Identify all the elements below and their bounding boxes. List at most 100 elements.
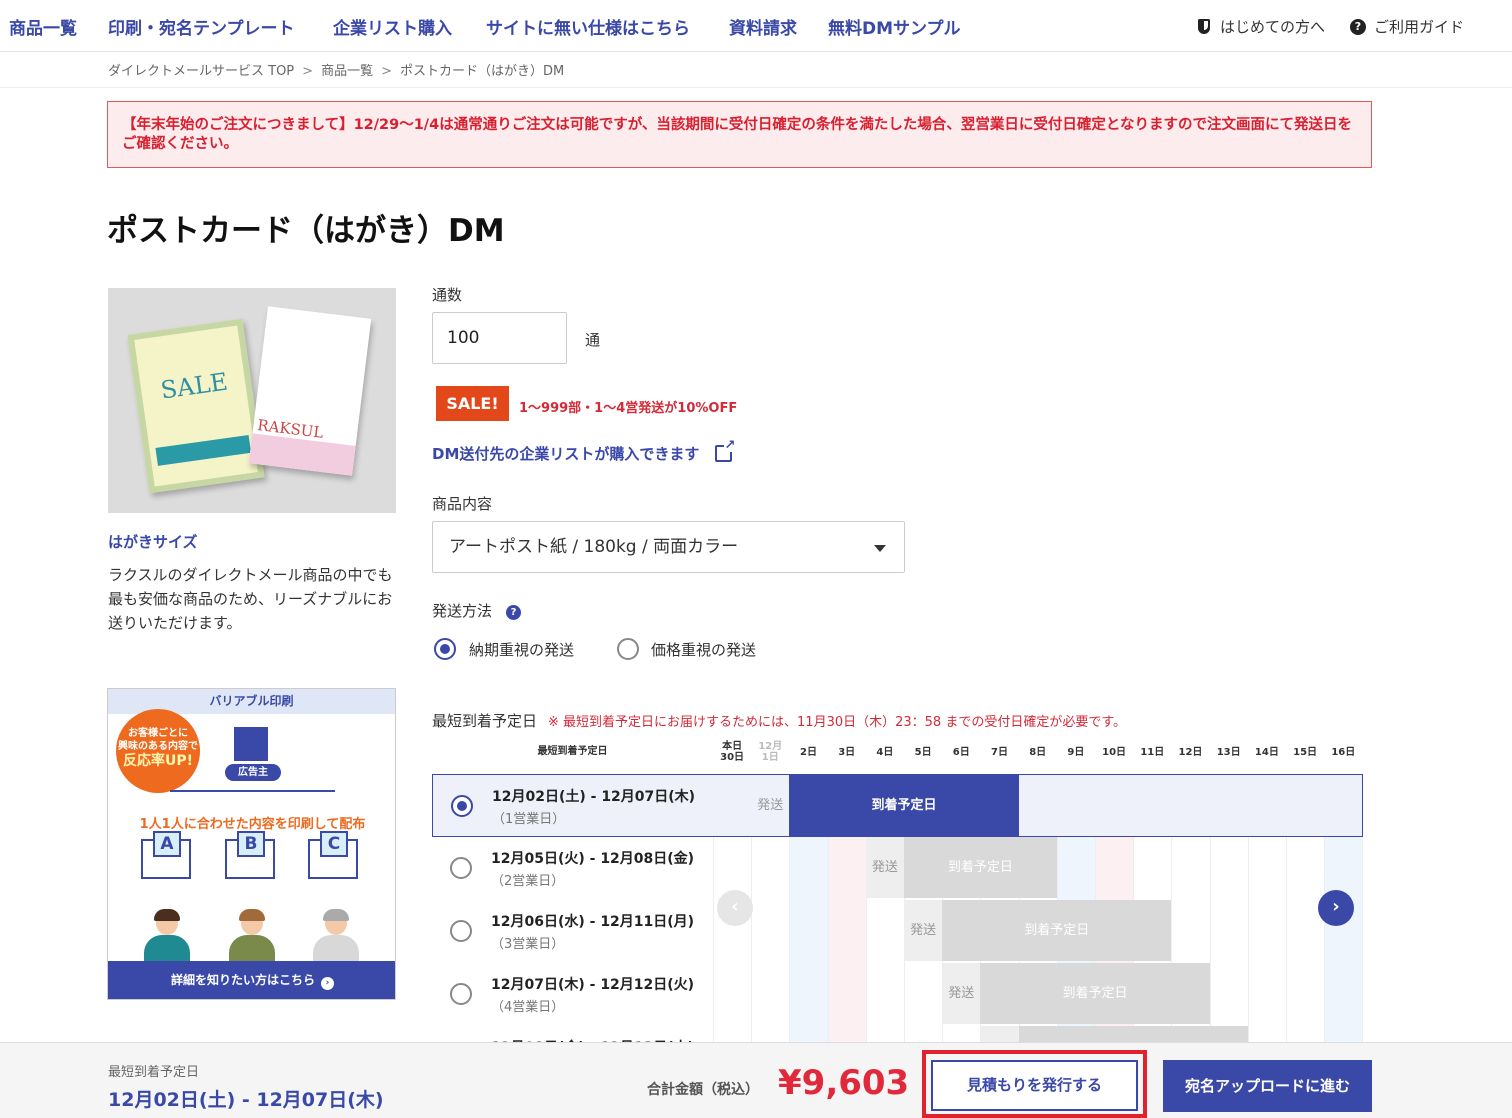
delivery-option-row[interactable]: 12月07日(木) - 12月12日(火) （4営業日） 発送 到着予定日 <box>432 963 1363 1026</box>
variable-print-banner[interactable]: バリアブル印刷 お客様ごとに 興味のある内容で 反応率UP! 広告主 1人1人に合… <box>107 688 396 1000</box>
ship-day-cell: 発送 <box>865 837 904 898</box>
product-image: SALE RAKSUL <box>108 288 396 513</box>
issue-quote-button[interactable]: 見積もりを発行する <box>931 1060 1138 1111</box>
calendar-column-header: 本日 30日 <box>720 741 745 763</box>
earliest-note: ※ 最短到着予定日にお届けするためには、11月30日（木）23：58 までの受付… <box>548 715 1127 730</box>
size-heading: はがきサイズ <box>108 533 198 551</box>
delivery-option-row[interactable]: 12月06日(水) - 12月11日(月) （3営業日） 発送 到着予定日 <box>432 900 1363 963</box>
total-price: ¥9,603 <box>778 1063 910 1103</box>
sale-badge: SALE! <box>436 386 509 421</box>
breadcrumb-current: ポストカード（はがき）DM <box>399 64 565 79</box>
calendar-column-header: 12日 <box>1178 747 1203 758</box>
calendar-column-header: 15日 <box>1293 747 1318 758</box>
ship-day-cell: 発送 <box>904 900 943 961</box>
chevron-down-icon <box>874 545 886 552</box>
beginner-icon <box>1198 19 1210 34</box>
holiday-notice: 【年末年始のご注文につきまして】12/29〜1/4は通常通りご注文は可能ですが、… <box>107 101 1372 168</box>
calendar-column-header: 5日 <box>914 747 932 758</box>
nav-templates[interactable]: 印刷・宛名テンプレート <box>108 14 295 39</box>
calendar-next-button[interactable]: › <box>1318 890 1354 926</box>
nav-custom-spec[interactable]: サイトに無い仕様はこちら <box>486 14 690 39</box>
address-upload-button[interactable]: 宛名アップロードに進む <box>1163 1060 1372 1112</box>
calendar-column-header: 13日 <box>1216 747 1241 758</box>
banner-tagline: 1人1人に合わせた内容を印刷して配布 <box>139 817 366 832</box>
arrival-span: 到着予定日 <box>942 900 1172 961</box>
footer-earliest-value: 12月02日(土) - 12月07日(木) <box>108 1089 384 1111</box>
calendar-column-header: 11日 <box>1140 747 1165 758</box>
envelope-c-icon: C <box>308 831 358 879</box>
calendar-column-header: 16日 <box>1331 747 1356 758</box>
delivery-option-date: 12月05日(火) - 12月08日(金) <box>491 851 695 867</box>
advertiser-label: 広告主 <box>225 764 281 781</box>
question-icon: ? <box>1350 18 1366 35</box>
delivery-option-days: （4営業日） <box>491 1000 565 1015</box>
delivery-option-row[interactable]: 12月02日(土) - 12月07日(木) （1営業日） 発送 到着予定日 <box>432 774 1363 837</box>
envelope-a-icon: A <box>141 831 191 879</box>
delivery-option-date: 12月02日(土) - 12月07日(木) <box>492 789 696 805</box>
delivery-option-date: 12月06日(水) - 12月11日(月) <box>491 914 695 930</box>
arrival-span: 到着予定日 <box>789 775 1019 836</box>
ship-method-label: 発送方法? <box>432 600 522 621</box>
delivery-option-row[interactable]: 12月05日(火) - 12月08日(金) （2営業日） 発送 到着予定日 <box>432 837 1363 900</box>
calendar-column-header: 14日 <box>1254 747 1279 758</box>
nav-company-list[interactable]: 企業リスト購入 <box>333 14 452 39</box>
envelope-b-icon: B <box>225 831 275 879</box>
response-rate-badge: お客様ごとに 興味のある内容で 反応率UP! <box>116 709 200 793</box>
qty-input[interactable] <box>432 312 567 364</box>
calendar-column-header: 8日 <box>1029 747 1047 758</box>
breadcrumb-top[interactable]: ダイレクトメールサービス TOP <box>108 64 294 79</box>
calendar-column-header: 10日 <box>1102 747 1127 758</box>
sale-text: 1〜999部・1〜4営発送が10%OFF <box>519 401 738 416</box>
breadcrumb: ダイレクトメールサービス TOP > 商品一覧 > ポストカード（はがき）DM <box>108 64 565 79</box>
delivery-option-radio[interactable] <box>450 983 472 1005</box>
delivery-option-days: （2営業日） <box>491 874 565 889</box>
delivery-option-radio[interactable] <box>450 857 472 879</box>
ship-fast-radio[interactable] <box>434 638 456 660</box>
person-icon <box>229 909 275 961</box>
nav-free-sample[interactable]: 無料DMサンプル <box>828 14 961 39</box>
top-nav: 商品一覧 印刷・宛名テンプレート 企業リスト購入 サイトに無い仕様はこちら 資料… <box>0 0 1512 52</box>
nav-products[interactable]: 商品一覧 <box>9 14 77 39</box>
ship-fast-label[interactable]: 納期重視の発送 <box>469 639 574 660</box>
delivery-calendar: 12月02日(土) - 12月07日(木) （1営業日） 発送 到着予定日 12月05日… <box>432 774 1363 1044</box>
calendar-column-header: 7日 <box>991 747 1008 758</box>
sale-postcard-image: SALE <box>127 318 265 494</box>
total-label: 合計金額（税込） <box>647 1082 759 1098</box>
qty-label: 通数 <box>432 286 463 304</box>
first-time-link[interactable]: はじめての方へ <box>1198 16 1325 37</box>
qty-unit: 通 <box>585 331 601 349</box>
address-postcard-image: RAKSUL <box>248 306 372 476</box>
external-link-icon <box>715 439 736 462</box>
building-icon <box>234 727 268 761</box>
calendar-prev-button[interactable]: ‹ <box>717 890 753 926</box>
help-icon[interactable]: ? <box>506 605 522 620</box>
breadcrumb-products[interactable]: 商品一覧 <box>321 64 373 79</box>
banner-detail-link[interactable]: 詳細を知りたい方はこちら › <box>108 961 395 999</box>
person-icon <box>313 909 359 961</box>
delivery-option-radio[interactable] <box>450 920 472 942</box>
calendar-column-header: 12月 1日 <box>758 741 783 763</box>
content-label: 商品内容 <box>432 495 493 513</box>
calendar-column-header: 4日 <box>876 747 894 758</box>
person-icon <box>144 909 190 961</box>
nav-documents[interactable]: 資料請求 <box>729 14 797 39</box>
arrow-circle-icon: › <box>321 977 334 990</box>
ship-cheap-label[interactable]: 価格重視の発送 <box>651 639 756 660</box>
calendar-column-header: 6日 <box>952 747 970 758</box>
company-list-link[interactable]: DM送付先の企業リストが購入できます <box>432 439 736 464</box>
calendar-column-header: 2日 <box>800 747 817 758</box>
page-title: ポストカード（はがき）DM <box>107 213 505 249</box>
calendar-header-label: 最短到着予定日 <box>537 746 608 757</box>
ship-day-cell: 発送 <box>942 963 981 1024</box>
delivery-option-days: （3営業日） <box>491 937 565 952</box>
delivery-option-days: （1営業日） <box>492 812 566 827</box>
calendar-column-header: 9日 <box>1067 747 1085 758</box>
arrival-span: 到着予定日 <box>980 963 1210 1024</box>
ship-cheap-radio[interactable] <box>617 638 639 660</box>
size-description: ラクスルのダイレクトメール商品の中でも最も安価な商品のため、リーズナブルにお送り… <box>108 566 393 632</box>
calendar-column-header: 3日 <box>838 747 856 758</box>
delivery-option-radio[interactable] <box>451 795 473 817</box>
content-select[interactable]: アートポスト紙 / 180kg / 両面カラー <box>432 521 905 573</box>
ship-day-cell: 発送 <box>757 798 784 813</box>
guide-link[interactable]: ? ご利用ガイド <box>1350 16 1464 37</box>
